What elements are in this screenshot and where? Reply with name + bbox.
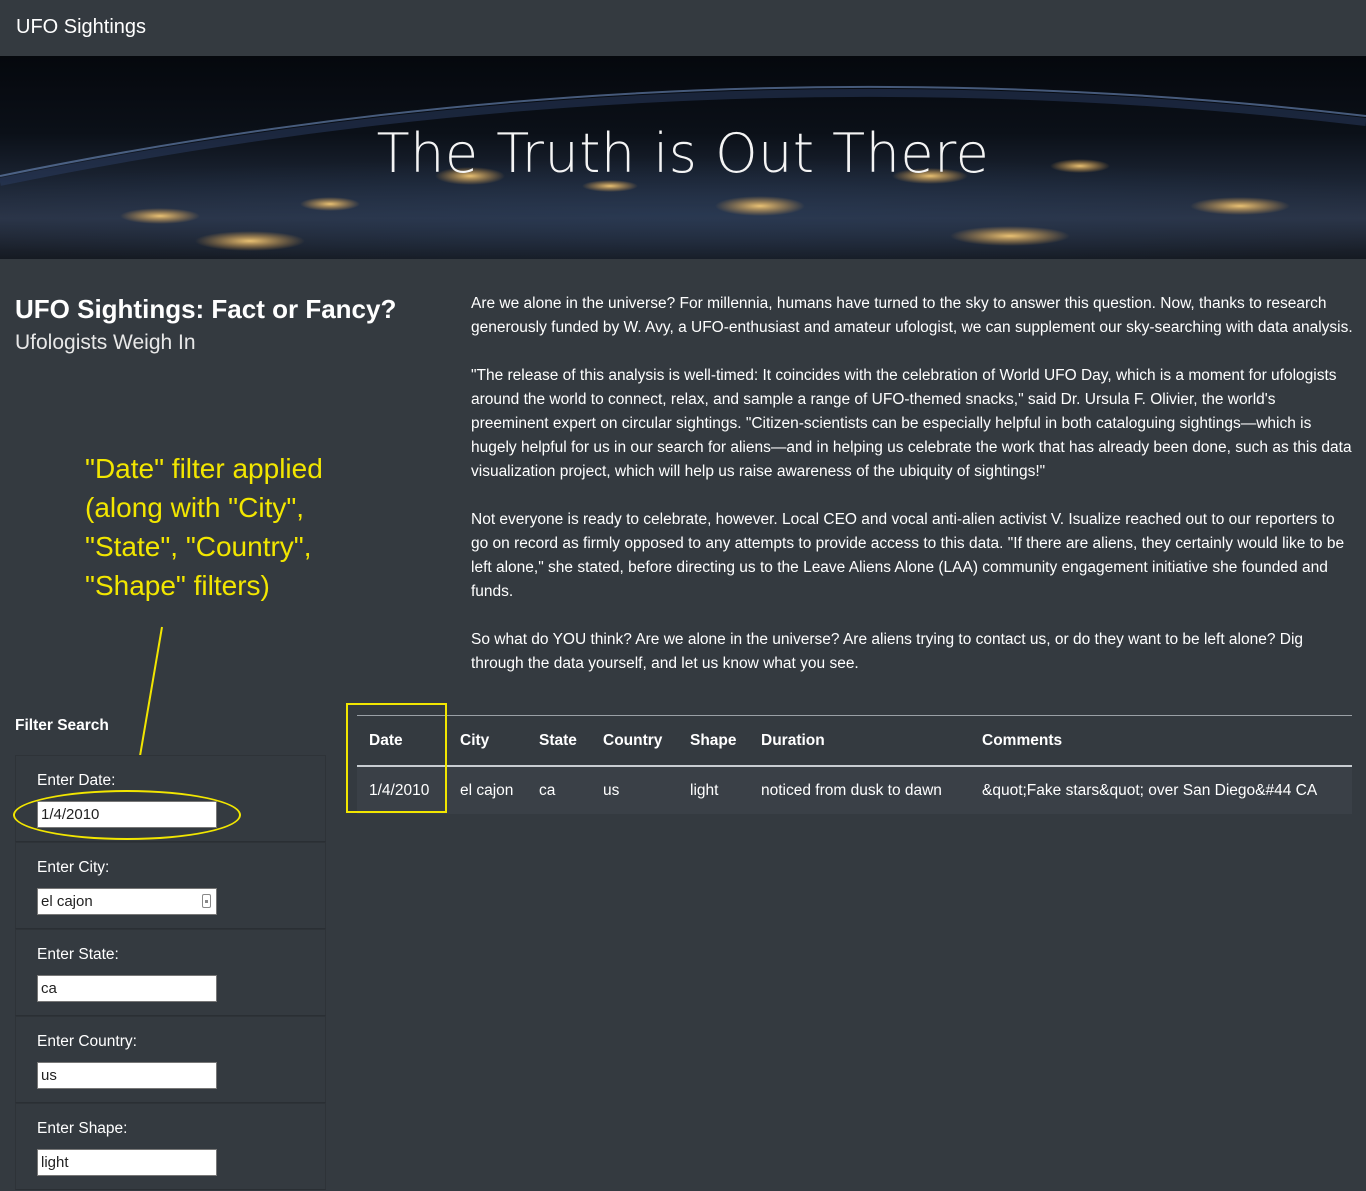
filter-date-label: Enter Date:: [37, 772, 116, 789]
filter-country: Enter Country:: [15, 1016, 326, 1103]
annotation-note: "Date" filter applied (along with "City"…: [85, 449, 355, 605]
filter-state: Enter State:: [15, 929, 326, 1016]
ufo-table: Date City State Country Shape Duration C…: [357, 715, 1352, 814]
navbar: UFO Sightings: [0, 0, 1366, 56]
filter-city-label: Enter City:: [37, 859, 110, 876]
cell-comments: &quot;Fake stars&quot; over San Diego&#4…: [970, 766, 1352, 814]
navbar-brand[interactable]: UFO Sightings: [16, 16, 146, 39]
header-state: State: [527, 715, 591, 767]
city-input[interactable]: [41, 891, 191, 912]
annotation-line: "Shape" filters): [85, 570, 270, 601]
cell-shape: light: [678, 766, 749, 814]
filter-city: Enter City:: [15, 842, 326, 929]
annotation-ellipse: [13, 790, 241, 840]
country-input[interactable]: [41, 1065, 191, 1086]
ufo-table-container: Date City State Country Shape Duration C…: [357, 715, 1352, 814]
article-paragraph: So what do YOU think? Are we alone in th…: [471, 631, 1304, 672]
hero-title: The Truth is Out There: [376, 122, 990, 185]
header-duration: Duration: [749, 715, 970, 767]
filter-country-label: Enter Country:: [37, 1033, 137, 1050]
cell-state: ca: [527, 766, 591, 814]
table-header-row: Date City State Country Shape Duration C…: [357, 715, 1352, 767]
annotation-highlight-box: [346, 703, 447, 813]
filter-shape: Enter Shape:: [15, 1103, 326, 1190]
header-comments: Comments: [970, 715, 1352, 767]
article-body: Are we alone in the universe? For millen…: [471, 292, 1355, 700]
annotation-line: "State", "Country",: [85, 531, 312, 562]
shape-input[interactable]: [41, 1152, 191, 1173]
cell-country: us: [591, 766, 678, 814]
annotation-line: (along with "City",: [85, 492, 305, 523]
article-paragraph: Are we alone in the universe? For millen…: [471, 295, 1353, 336]
article-paragraph: Not everyone is ready to celebrate, howe…: [471, 511, 1345, 600]
hero-banner: The Truth is Out There: [0, 56, 1366, 259]
autofill-icon[interactable]: [202, 894, 211, 908]
article-subhead: Ufologists Weigh In: [15, 331, 196, 354]
article-paragraph: "The release of this analysis is well-ti…: [471, 367, 1352, 480]
header-shape: Shape: [678, 715, 749, 767]
header-city: City: [448, 715, 527, 767]
header-country: Country: [591, 715, 678, 767]
annotation-line: "Date" filter applied: [85, 453, 323, 484]
filter-shape-label: Enter Shape:: [37, 1120, 128, 1137]
article-headline: UFO Sightings: Fact or Fancy?: [15, 294, 397, 324]
table-row: 1/4/2010 el cajon ca us light noticed fr…: [357, 766, 1352, 814]
state-input[interactable]: [41, 978, 191, 999]
filter-search-title: Filter Search: [15, 717, 109, 734]
filter-state-label: Enter State:: [37, 946, 119, 963]
cell-duration: noticed from dusk to dawn: [749, 766, 970, 814]
cell-city: el cajon: [448, 766, 527, 814]
